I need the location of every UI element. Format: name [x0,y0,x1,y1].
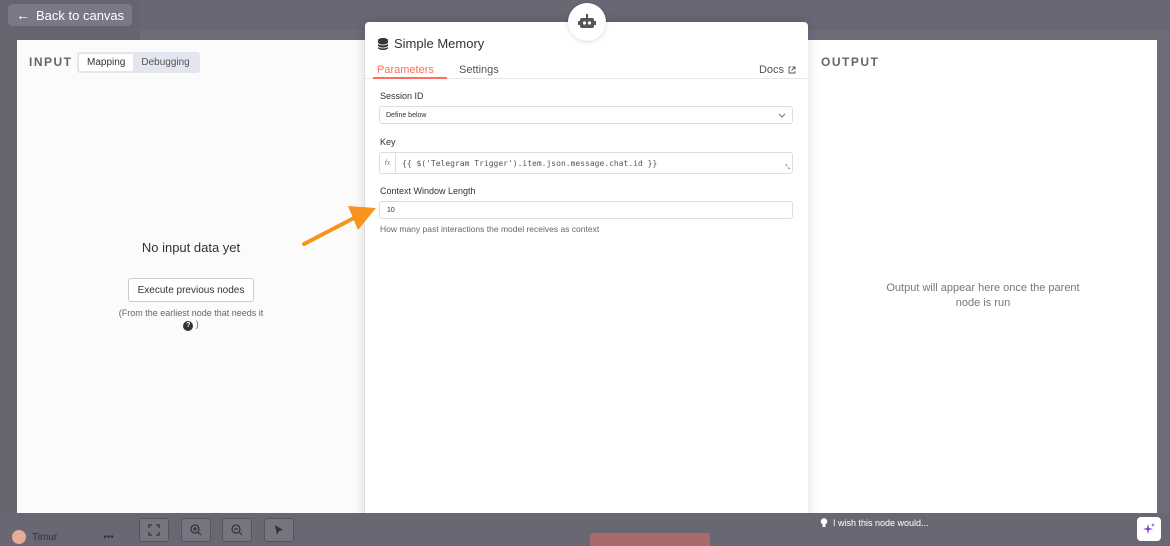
select-tool-button[interactable] [264,518,294,542]
back-to-canvas-button[interactable]: ← Back to canvas [8,4,133,26]
execute-previous-nodes-button[interactable]: Execute previous nodes [128,278,254,302]
lightbulb-icon [820,518,828,527]
arrow-left-icon: ← [16,7,30,23]
output-pane: OUTPUT Output will appear here once the … [809,40,1157,513]
zoom-out-icon [231,524,243,536]
input-title: INPUT [29,55,73,69]
user-name: Timur [32,531,58,543]
context-window-label: Context Window Length [380,186,476,196]
input-pane: INPUT Mapping Debugging No input data ye… [17,40,365,513]
zoom-in-button[interactable] [181,518,211,542]
key-expression-field[interactable]: fx {{ $('Telegram Trigger').item.json.me… [379,152,793,174]
active-tab-indicator [373,77,447,79]
session-id-select[interactable]: Define below [379,106,793,124]
execute-hint: (From the earliest node that needs it ? … [113,308,269,331]
output-title: OUTPUT [821,55,880,69]
more-dots-icon[interactable]: ••• [103,532,114,543]
database-icon [378,37,388,50]
input-mode-switch: Mapping Debugging [77,52,200,73]
help-icon[interactable]: ? [183,321,194,331]
zoom-out-button[interactable] [222,518,252,542]
external-link-icon [788,66,796,74]
session-id-label: Session ID [380,91,424,101]
back-label: Back to canvas [36,7,125,23]
sparkle-icon [1143,523,1155,534]
ai-assistant-button[interactable] [1137,517,1161,541]
avatar [12,530,26,544]
node-title-text: Simple Memory [394,36,485,51]
bottom-canvas-bar [0,513,1170,546]
feedback-link[interactable]: I wish this node would... [820,518,929,528]
key-expression-value: {{ $('Telegram Trigger').item.json.messa… [402,158,658,168]
node-settings-panel: Simple Memory Parameters Settings Docs S… [365,22,808,531]
tab-settings[interactable]: Settings [459,64,499,76]
fit-view-icon [148,524,160,536]
mode-mapping[interactable]: Mapping [79,54,134,71]
output-empty-message: Output will appear here once the parent … [886,282,1080,309]
fx-icon: fx [380,153,396,173]
hint-end: ) [195,319,199,329]
session-id-value: Define below [386,111,427,119]
docs-label: Docs [758,64,784,76]
resize-handle-icon[interactable]: ⤡ [785,165,790,172]
user-menu[interactable]: Timur ••• [12,530,114,544]
robot-icon [568,3,606,41]
tab-parameters[interactable]: Parameters [377,64,434,76]
key-label: Key [380,137,396,147]
context-window-help: How many past interactions the model rec… [380,224,600,234]
zoom-in-icon [190,524,202,536]
chevron-down-icon [778,113,786,118]
annotation-arrow-icon [302,206,376,246]
cursor-icon [275,525,283,535]
docs-link[interactable]: Docs [759,64,796,76]
context-window-input[interactable]: 10 [379,201,793,219]
node-title[interactable]: Simple Memory [378,36,484,51]
fit-view-button[interactable] [139,518,169,542]
mode-debugging[interactable]: Debugging [133,54,197,71]
wish-label: I wish this node would... [833,518,929,528]
execute-workflow-button[interactable] [590,533,710,546]
hint-text: (From the earliest node that needs it [118,308,264,318]
